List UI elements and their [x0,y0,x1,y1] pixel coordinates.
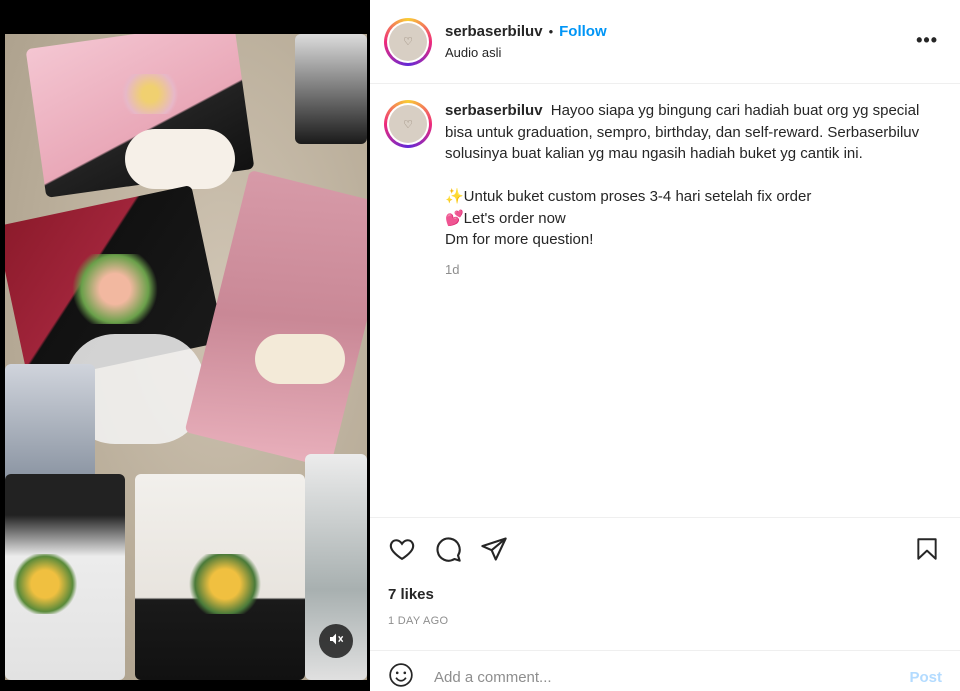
caption-section: ♡ serbaserbiluv Hayoo siapa yg bingung c… [370,84,960,517]
caption-timestamp[interactable]: 1d [445,259,935,281]
username-link[interactable]: serbaserbiluv [445,23,543,40]
share-icon [480,535,508,568]
action-bar: 7 likes 1 DAY AGO [370,517,960,647]
caption-text: serbaserbiluv Hayoo siapa yg bingung car… [445,100,935,501]
comment-bar: Post [370,650,960,691]
bouquet-image [65,254,165,324]
bouquet-image [115,74,185,114]
save-button[interactable] [912,536,942,566]
avatar-image: ♡ [389,22,427,61]
heart-icon [388,535,416,568]
share-button[interactable] [479,536,509,566]
bouquet-image [185,554,265,614]
likes-count[interactable]: 7 likes [388,586,960,603]
bouquet-image [295,34,367,144]
bouquet-image [10,554,80,614]
mute-button[interactable] [319,624,353,658]
post-media[interactable] [0,0,370,691]
caption-username[interactable]: serbaserbiluv [445,102,543,119]
bookmark-icon [914,536,940,567]
caption-line: 💕Let's order now [445,209,566,227]
mute-icon [328,631,344,652]
emoji-icon [388,662,414,691]
bouquet-image [5,364,95,484]
emoji-button[interactable] [388,662,416,691]
post-date: 1 DAY AGO [388,615,449,627]
bouquet-image [255,334,345,384]
avatar-image: ♡ [389,105,427,143]
post-comment-button[interactable]: Post [909,669,942,686]
bouquet-image [125,129,235,189]
comment-input[interactable] [434,668,910,686]
comment-button[interactable] [433,536,463,566]
post-header: ♡ serbaserbiluv • Follow Audio asli ••• [370,0,960,84]
caption-line: ✨Untuk buket custom proses 3-4 hari sete… [445,188,812,205]
post-panel: ♡ serbaserbiluv • Follow Audio asli ••• … [370,0,960,691]
caption-line: Dm for more question! [445,231,594,248]
separator-dot: • [548,24,554,39]
avatar[interactable]: ♡ [384,17,432,66]
more-options-icon[interactable]: ••• [916,30,938,51]
like-button[interactable] [387,536,417,566]
video-frame[interactable] [5,34,367,680]
comment-icon [434,535,462,568]
caption-avatar[interactable]: ♡ [384,100,432,148]
audio-link[interactable]: Audio asli [445,45,607,60]
follow-button[interactable]: Follow [559,23,607,40]
